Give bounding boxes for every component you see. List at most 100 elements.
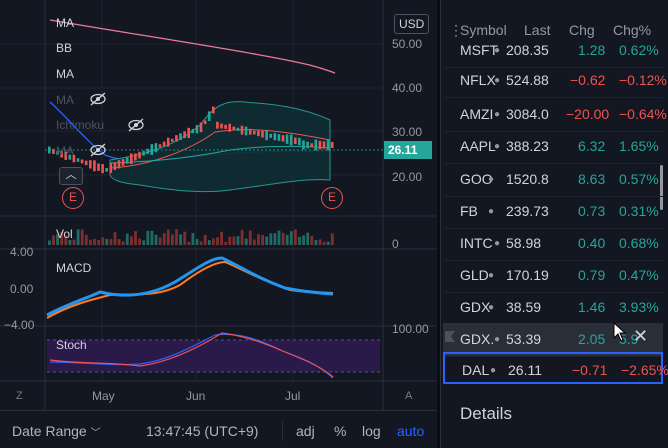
row-last: 208.35	[506, 42, 549, 58]
candle	[203, 120, 207, 125]
status-dot-icon: ●	[490, 365, 497, 376]
row-symbol: AAPL	[460, 138, 496, 154]
auto-scale-button[interactable]: A	[405, 390, 412, 402]
volume-tick: 0	[392, 237, 399, 251]
row-chgp: 0.57%	[619, 171, 659, 187]
candle	[113, 162, 117, 171]
price-tick: 30.00	[392, 125, 423, 139]
watchlist-row[interactable]: MSFT ● 208.35 1.28 0.62%	[443, 34, 663, 68]
row-last: 53.39	[506, 331, 542, 347]
log-toggle[interactable]: log	[362, 423, 381, 439]
volume-bar	[76, 229, 80, 245]
price-tick: 40.00	[392, 81, 423, 95]
status-dot-icon: ●	[494, 141, 501, 152]
indicator-bb[interactable]: BB	[56, 41, 72, 55]
eye-off-icon[interactable]	[89, 92, 107, 106]
scale-z-button[interactable]: Z	[16, 390, 23, 402]
row-last: 58.98	[506, 235, 542, 251]
volume-bar	[89, 239, 92, 245]
collapse-legend-button[interactable]: ︿	[59, 167, 83, 185]
row-chg: 8.63	[578, 171, 606, 187]
earnings-marker[interactable]: E	[321, 187, 343, 209]
volume-bar	[195, 239, 199, 245]
percent-toggle[interactable]: %	[334, 423, 346, 439]
watchlist-row[interactable]: AAPL ● 388.23 6.32 1.65%	[443, 130, 663, 164]
volume-bar	[105, 238, 109, 245]
macd-label[interactable]: MACD	[56, 261, 91, 275]
time-tick: Jul	[285, 389, 301, 403]
volume-bar	[48, 240, 51, 245]
volume-bar	[93, 238, 96, 245]
indicator-ma[interactable]: MA	[56, 16, 74, 30]
watchlist-row[interactable]: FB ● 239.73 0.73 0.31%	[443, 195, 663, 229]
watchlist-row[interactable]: INTC ● 58.98 0.40 0.68%	[443, 227, 663, 261]
candle	[191, 128, 195, 134]
watchlist-row[interactable]: AMZI ● 3084.0 −20.00 −0.64%	[443, 98, 667, 132]
chart-area[interactable]: USD 50.00 40.00 30.00 20.00 0 26.11 MA B…	[0, 0, 440, 410]
volume-label[interactable]: Vol	[56, 227, 73, 241]
auto-toggle[interactable]: auto	[397, 423, 424, 439]
row-last: 26.11	[508, 362, 542, 378]
volume-bar	[146, 230, 150, 245]
details-section-title[interactable]: Details	[460, 404, 512, 424]
watchlist-row[interactable]: GLD ● 170.19 0.79 0.47%	[443, 259, 663, 293]
indicator-ma-hidden[interactable]: MA	[56, 144, 74, 158]
row-last: 524.88	[506, 72, 549, 88]
stoch-label[interactable]: Stoch	[56, 338, 87, 352]
watchlist-row[interactable]: DAL ● 26.11 −0.71 −2.65%	[443, 352, 668, 384]
candle	[281, 135, 285, 142]
row-chg: −20.00	[566, 106, 610, 122]
clock-time[interactable]: 13:47:45 (UTC+9)	[146, 423, 258, 439]
volume-bar	[121, 241, 125, 245]
candle	[146, 148, 149, 154]
volume-bar	[265, 236, 269, 245]
candle	[199, 122, 203, 133]
candle	[76, 158, 80, 162]
watchlist-row[interactable]: GOO ● 1520.8 8.63 0.57%	[443, 163, 663, 197]
date-range-label: Date Range	[12, 423, 87, 439]
candle	[326, 139, 330, 151]
toolbar-divider	[282, 421, 283, 441]
candle	[306, 141, 309, 149]
volume-bar	[253, 239, 256, 245]
watchlist-row[interactable]: GDX ● 38.59 1.46 3.93%	[443, 291, 663, 325]
indicator-ma[interactable]: MA	[56, 67, 74, 81]
volume-bar	[171, 234, 174, 245]
earnings-marker[interactable]: E	[62, 187, 84, 209]
row-chgp: 3.93%	[619, 299, 659, 315]
volume-bar	[130, 236, 133, 245]
candle	[285, 134, 289, 144]
volume-bar	[150, 230, 154, 245]
candle	[93, 160, 96, 172]
row-chg: 1.28	[578, 42, 606, 58]
candle	[248, 128, 252, 135]
macd-tick: 0.00	[10, 282, 34, 296]
adj-toggle[interactable]: adj	[296, 423, 315, 439]
volume-bar	[289, 231, 293, 245]
status-dot-icon: ●	[488, 206, 495, 217]
candle	[187, 127, 190, 139]
candle	[179, 133, 182, 140]
eye-off-icon[interactable]	[89, 143, 107, 157]
eye-off-icon[interactable]	[127, 118, 145, 132]
candle	[207, 111, 211, 121]
candle	[216, 121, 219, 129]
candle	[117, 160, 121, 169]
mouse-cursor-icon	[613, 322, 627, 342]
candle	[224, 124, 227, 129]
row-chgp: 0.47%	[619, 267, 659, 283]
date-range-button[interactable]: Date Range ﹀	[12, 423, 101, 439]
indicator-ma-hidden[interactable]: MA	[56, 93, 74, 107]
row-chgp: 0.68%	[619, 235, 659, 251]
watchlist-row[interactable]: NFLX ● 524.88 −0.62 −0.12%	[443, 64, 667, 98]
candle	[244, 126, 248, 136]
row-symbol: FB	[460, 203, 478, 219]
row-symbol: AMZI	[460, 106, 494, 122]
close-icon[interactable]: ✕	[633, 326, 648, 347]
currency-badge[interactable]: USD	[394, 14, 430, 34]
volume-bar	[187, 241, 191, 245]
volume-bar	[216, 237, 219, 245]
indicator-ichimoku-hidden[interactable]: Ichimoku	[56, 118, 104, 132]
candle	[273, 133, 277, 141]
status-dot-icon: ●	[494, 109, 501, 120]
